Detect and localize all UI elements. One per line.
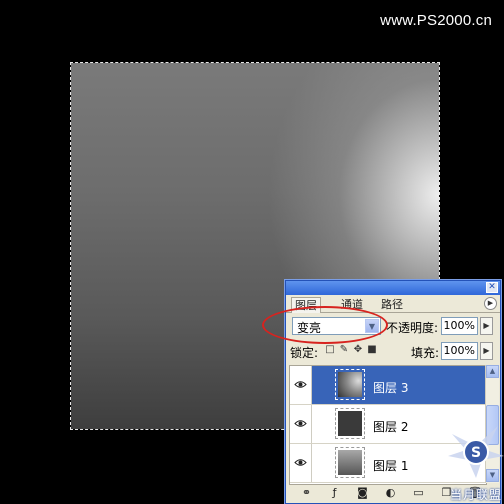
lock-position-icon[interactable]: ✥ xyxy=(353,345,363,355)
link-icon[interactable]: ⚭ xyxy=(300,486,313,499)
layer-thumbnail xyxy=(335,408,365,439)
adjustment-layer-icon[interactable]: ◐ xyxy=(384,486,397,499)
tab-paths[interactable]: 路径 xyxy=(378,297,406,312)
scroll-up-icon[interactable]: ▲ xyxy=(486,365,499,378)
layer-name: 图层 3 xyxy=(373,381,409,395)
eye-icon[interactable] xyxy=(294,417,307,430)
opacity-slider-arrow-icon[interactable]: ▶ xyxy=(480,317,493,335)
fill-field[interactable]: 100% xyxy=(441,342,478,360)
add-mask-icon[interactable]: ◙ xyxy=(356,486,369,499)
opacity-label: 不透明度: xyxy=(386,321,439,335)
visibility-cell[interactable] xyxy=(290,444,312,482)
fill-slider-arrow-icon[interactable]: ▶ xyxy=(480,342,493,360)
layer-thumbnail xyxy=(335,447,365,478)
eye-icon[interactable] xyxy=(294,456,307,469)
layer-thumbnail xyxy=(335,369,365,400)
panel-menu-icon[interactable]: ▶ xyxy=(484,297,497,310)
layer-name: 图层 1 xyxy=(373,459,409,473)
lock-transparency-icon[interactable]: □ xyxy=(325,345,335,355)
close-icon[interactable]: ✕ xyxy=(486,282,498,293)
add-style-icon[interactable]: ƒ xyxy=(328,486,341,499)
visibility-cell[interactable] xyxy=(290,366,312,404)
logo-text: 当月联盟 xyxy=(450,488,503,502)
annotation-ellipse xyxy=(262,306,388,344)
eye-icon[interactable] xyxy=(294,378,307,391)
new-group-icon[interactable]: ▭ xyxy=(412,486,425,499)
logo-glyph: S xyxy=(471,445,481,461)
watermark: www.PS2000.cn xyxy=(380,12,492,29)
visibility-cell[interactable] xyxy=(290,405,312,443)
layer-row[interactable]: 图层 3 xyxy=(290,366,486,405)
fill-label: 填充: xyxy=(411,346,440,360)
panel-title-bar[interactable]: ✕ xyxy=(286,281,500,295)
layer-name: 图层 2 xyxy=(373,420,409,434)
lock-image-icon[interactable]: ✎ xyxy=(339,345,349,355)
lock-label: 锁定: xyxy=(290,346,319,360)
opacity-field[interactable]: 100% xyxy=(441,317,478,335)
lock-all-icon[interactable]: ■ xyxy=(367,345,377,355)
